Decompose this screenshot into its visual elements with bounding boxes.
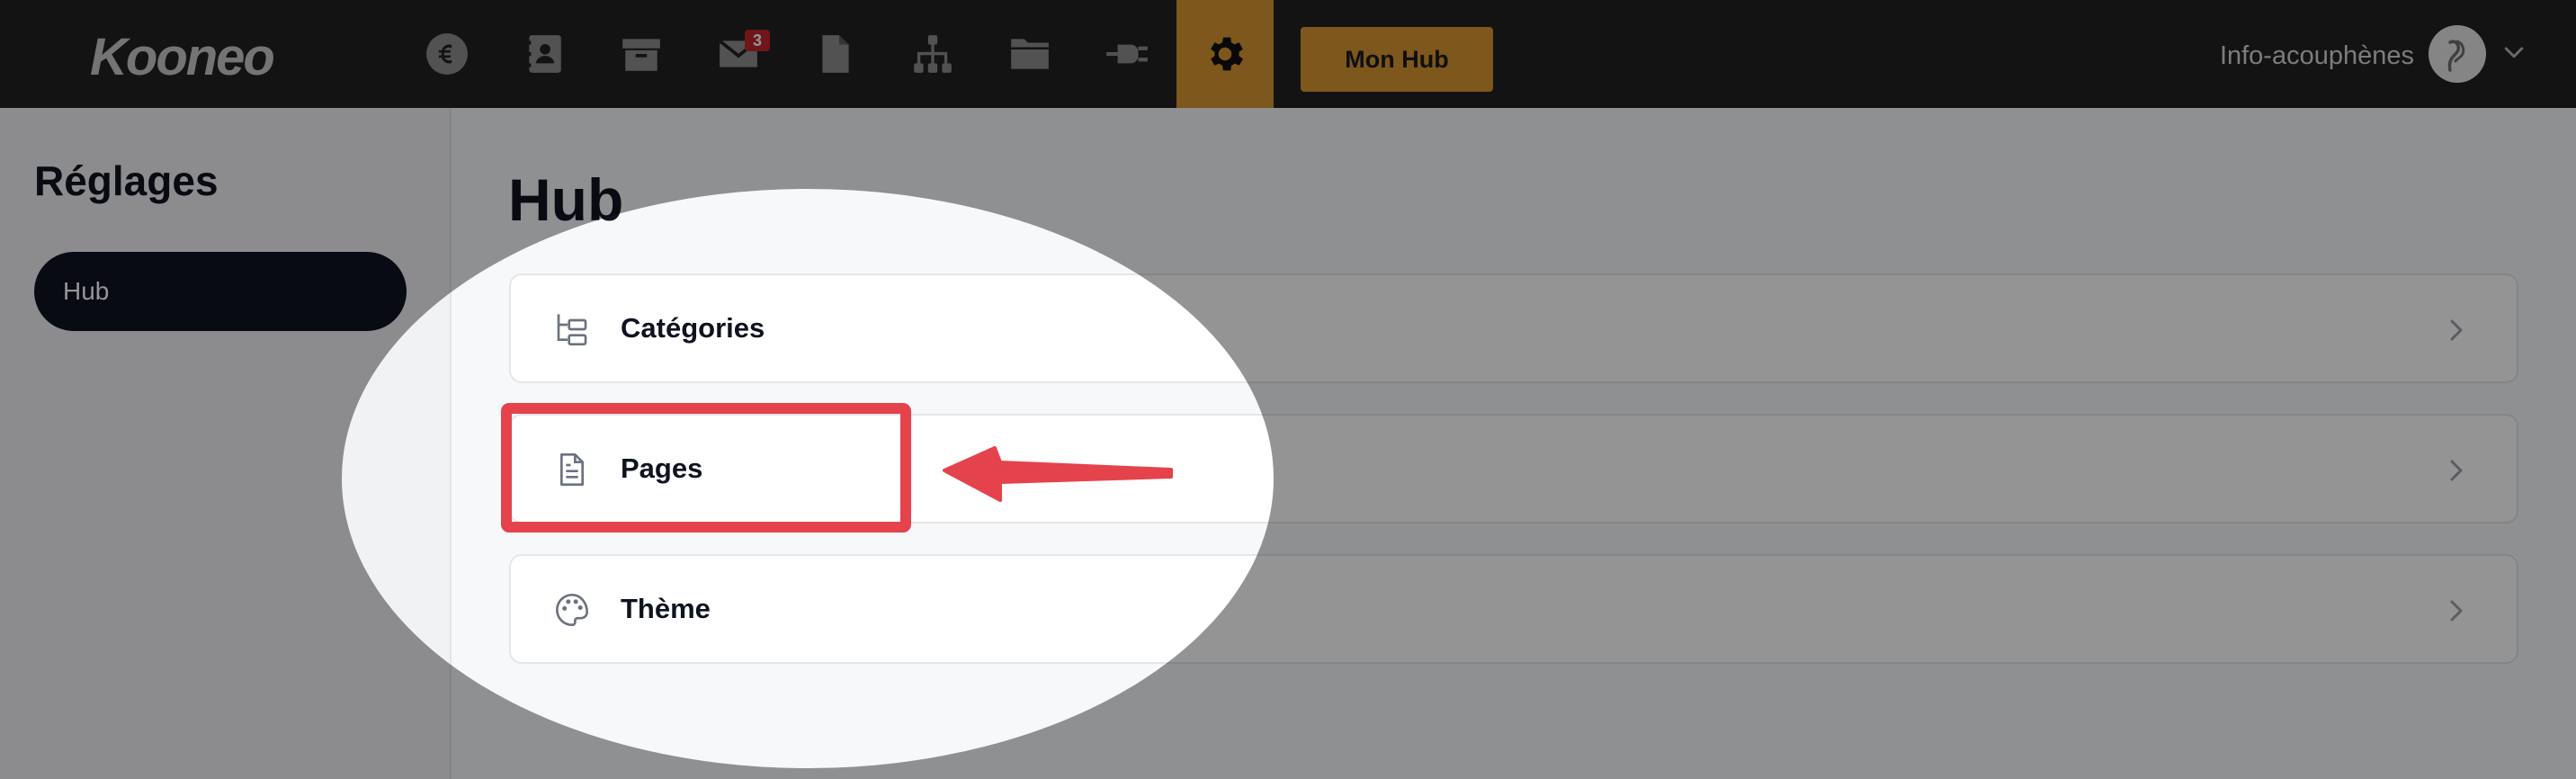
top-navigation-bar: Kooneo 3 Mon Hub Info-acouphènes: [0, 0, 2576, 108]
card-theme[interactable]: Thème: [509, 554, 2518, 664]
folder-icon[interactable]: [1004, 28, 1056, 80]
mail-icon[interactable]: 3: [712, 28, 770, 80]
box-icon[interactable]: [615, 28, 667, 80]
card-label: Pages: [621, 452, 703, 484]
chevron-down-icon[interactable]: [2500, 40, 2527, 67]
gear-icon[interactable]: [1176, 0, 1274, 108]
chevron-right-icon: [2450, 600, 2463, 622]
mon-hub-button[interactable]: Mon Hub: [1301, 27, 1493, 92]
card-categories[interactable]: Catégories: [509, 273, 2518, 383]
settings-sidebar: Réglages Hub: [0, 108, 452, 779]
document-icon[interactable]: [809, 28, 862, 80]
contacts-icon[interactable]: [518, 28, 570, 80]
page-title: Hub: [508, 166, 624, 233]
sidebar-item-hub[interactable]: Hub: [34, 252, 407, 331]
kooneo-logo[interactable]: Kooneo: [90, 27, 275, 87]
tree-structure-icon: [557, 314, 587, 345]
user-name[interactable]: Info-acouphènes: [2220, 41, 2414, 71]
file-text-icon: [560, 453, 584, 486]
card-label: Catégories: [621, 312, 765, 344]
mail-unread-badge: 3: [745, 30, 770, 51]
ear-logo-icon: [2447, 40, 2465, 72]
card-pages[interactable]: Pages: [509, 414, 2518, 524]
euro-icon[interactable]: [421, 28, 473, 80]
chevron-right-icon: [2450, 319, 2463, 341]
avatar[interactable]: [2428, 25, 2486, 83]
plug-icon[interactable]: [1101, 28, 1153, 80]
sidebar-title: Réglages: [34, 157, 219, 204]
chevron-right-icon: [2450, 460, 2463, 481]
card-label: Thème: [621, 593, 711, 624]
sitemap-icon[interactable]: [907, 28, 959, 80]
palette-icon: [556, 593, 589, 627]
